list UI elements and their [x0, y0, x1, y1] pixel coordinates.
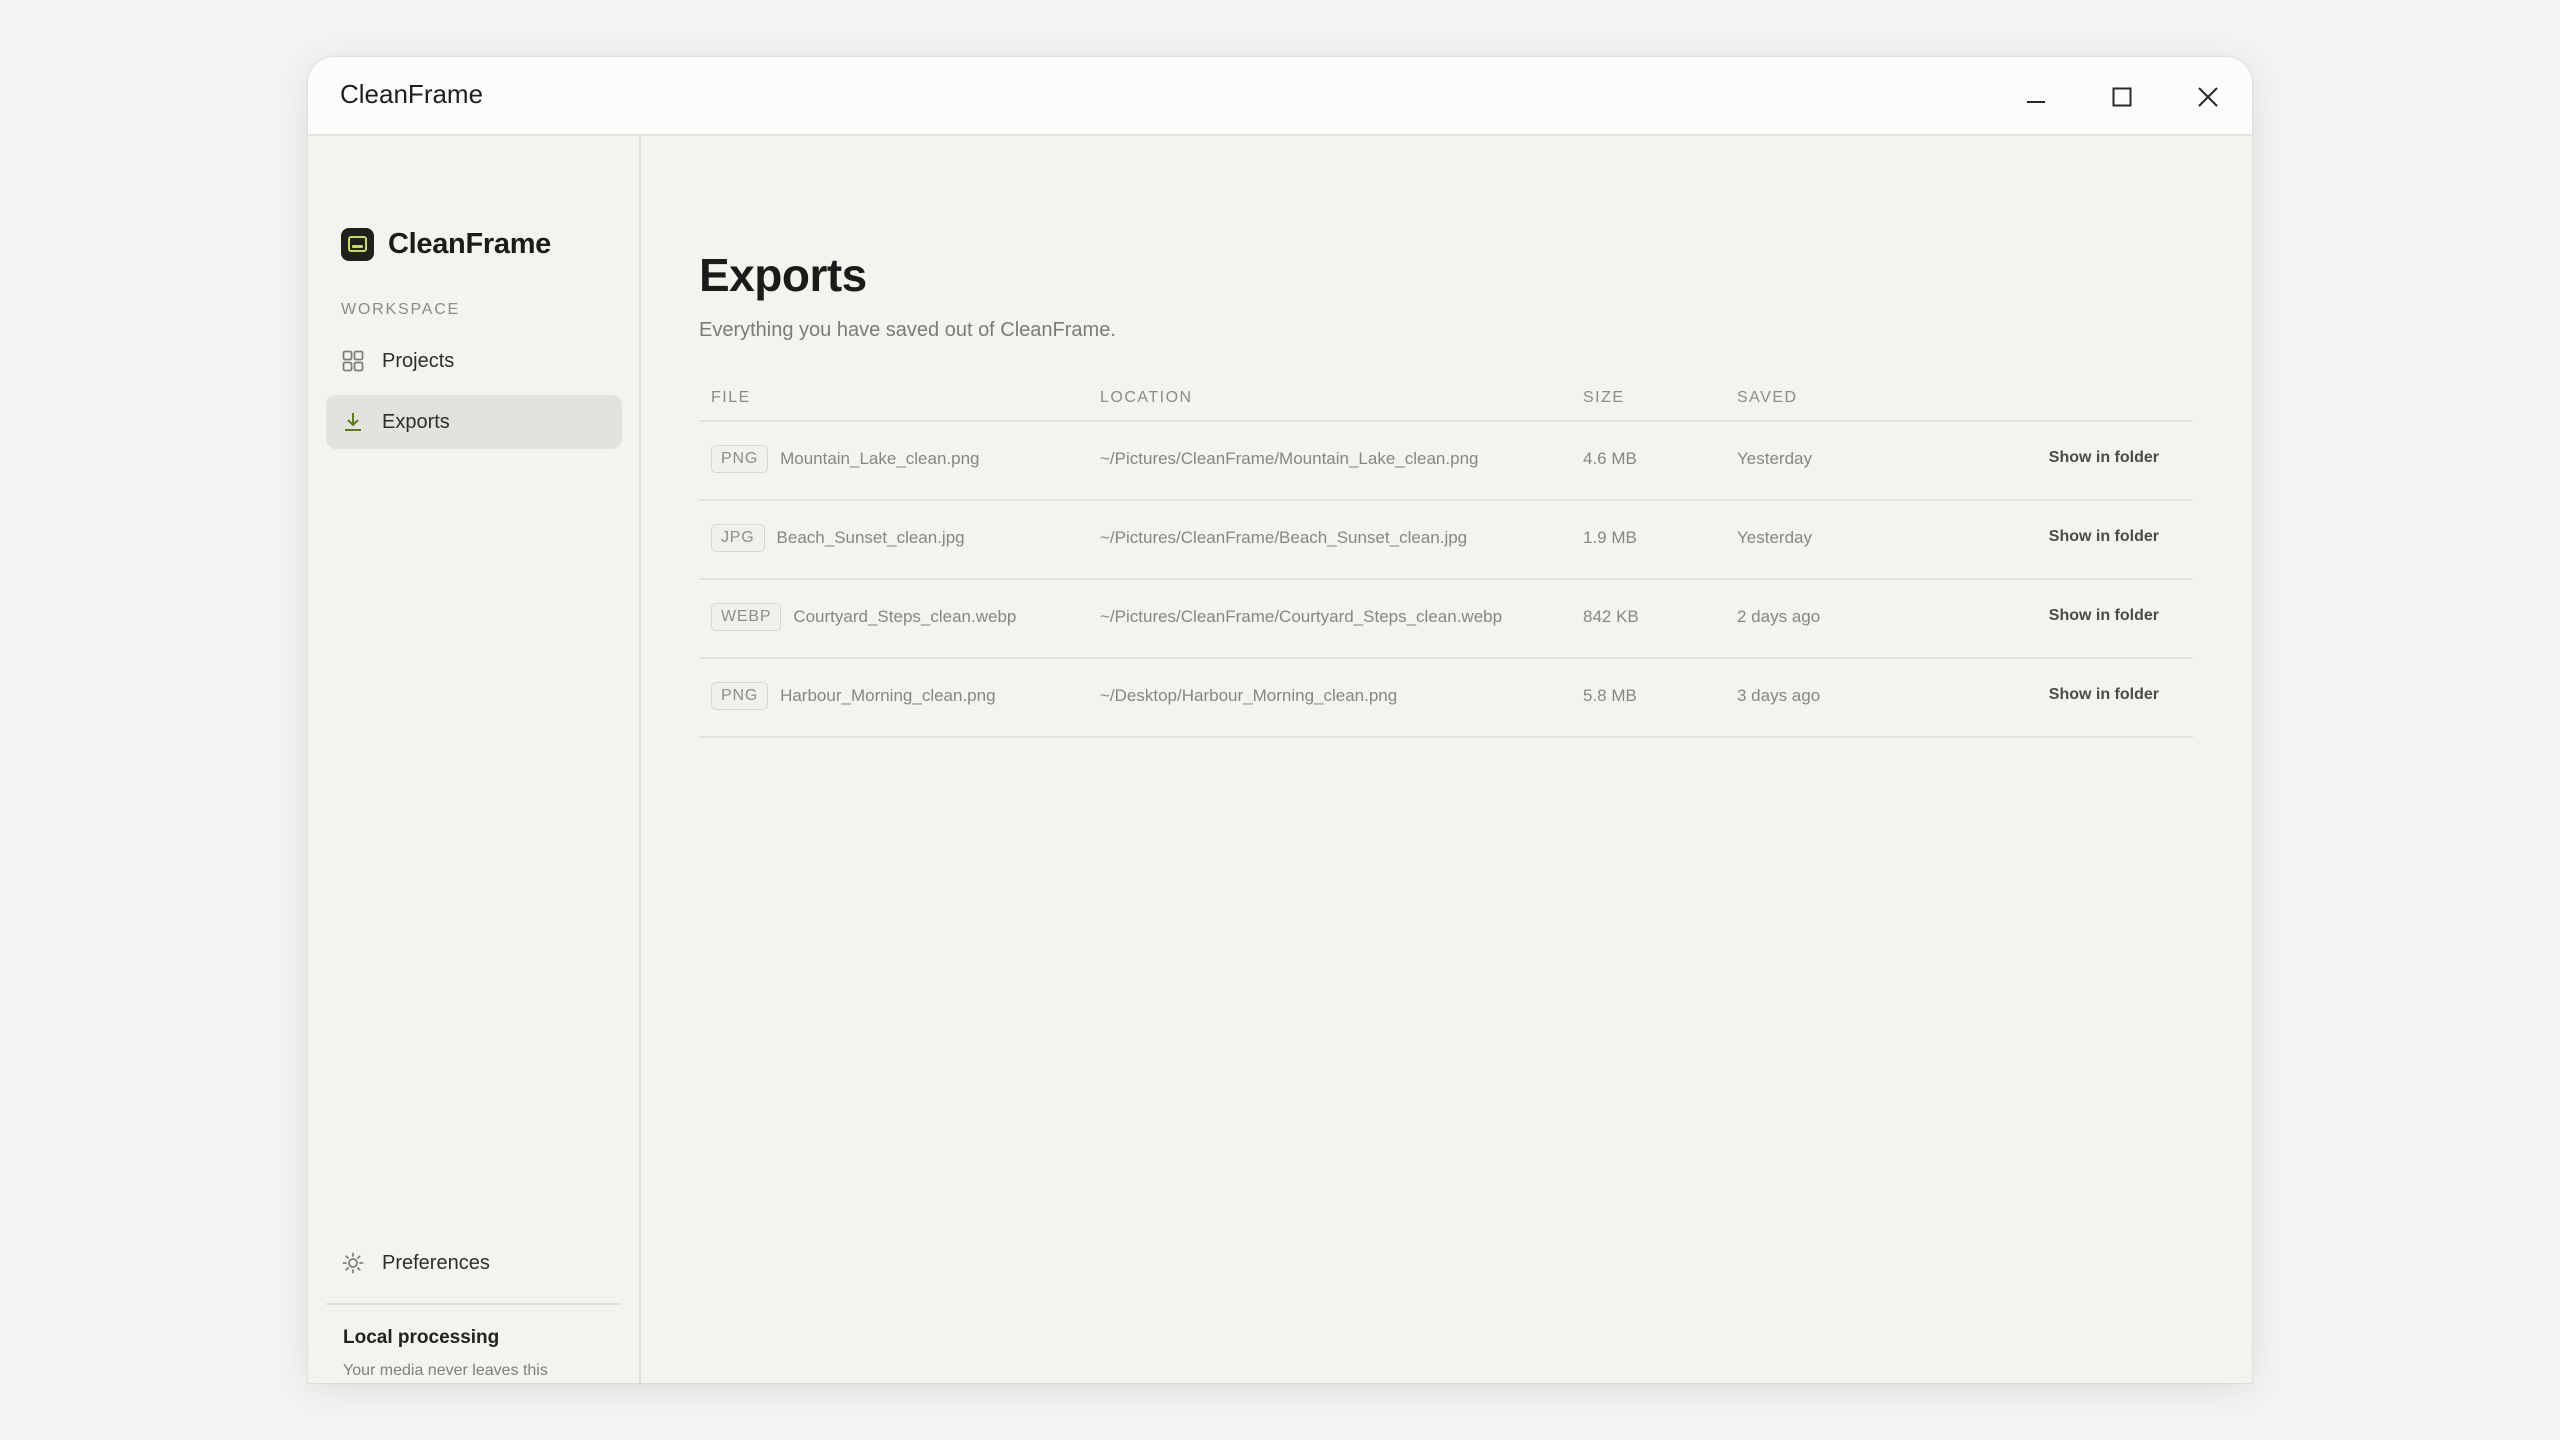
page-subtitle: Everything you have saved out of CleanFr…: [699, 319, 1116, 341]
format-badge: WEBP: [711, 603, 782, 631]
local-processing-title: Local processing: [343, 1327, 500, 1348]
sidebar-item-label: Projects: [382, 349, 455, 372]
format-badge: PNG: [711, 445, 769, 473]
show-in-folder-button[interactable]: Show in folder: [2049, 607, 2159, 625]
download-icon: [342, 411, 364, 433]
file-size: 4.6 MB: [1583, 449, 1637, 468]
file-location: ~/Desktop/Harbour_Morning_clean.png: [1100, 686, 1398, 705]
table-row: PNG Mountain_Lake_clean.png ~/Pictures/C…: [699, 422, 2193, 501]
show-in-folder-button[interactable]: Show in folder: [2049, 528, 2159, 546]
file-location: ~/Pictures/CleanFrame/Beach_Sunset_clean…: [1100, 528, 1468, 547]
file-saved: 2 days ago: [1737, 607, 1821, 626]
file-cell: JPG Beach_Sunset_clean.jpg: [711, 524, 965, 552]
file-location: ~/Pictures/CleanFrame/Mountain_Lake_clea…: [1100, 449, 1479, 468]
file-size: 842 KB: [1583, 607, 1639, 626]
sidebar: CleanFrame WORKSPACE Projects Exports Pr…: [308, 136, 641, 1383]
sun-icon: [342, 1252, 364, 1274]
file-size: 1.9 MB: [1583, 528, 1637, 547]
sidebar-item-projects[interactable]: Projects: [326, 334, 622, 388]
page-title: Exports: [699, 249, 867, 301]
table-row: JPG Beach_Sunset_clean.jpg ~/Pictures/Cl…: [699, 501, 2193, 580]
format-badge: JPG: [711, 524, 765, 552]
file-name: Mountain_Lake_clean.png: [780, 449, 980, 468]
app-window: CleanFrame CleanFrame WORKSPACE Projects…: [308, 57, 2252, 1383]
sidebar-item-exports[interactable]: Exports: [326, 395, 622, 449]
sidebar-divider: [326, 1303, 622, 1305]
sidebar-item-label: Exports: [382, 410, 450, 433]
show-in-folder-button[interactable]: Show in folder: [2049, 686, 2159, 704]
column-header-location: LOCATION: [1100, 389, 1193, 406]
file-saved: Yesterday: [1737, 528, 1812, 547]
file-size: 5.8 MB: [1583, 686, 1637, 705]
file-name: Courtyard_Steps_clean.webp: [793, 607, 1017, 626]
column-header-size: SIZE: [1583, 389, 1625, 406]
main-content: Exports Everything you have saved out of…: [642, 136, 2252, 1383]
sidebar-item-label: Preferences: [382, 1251, 490, 1274]
table-row: PNG Harbour_Morning_clean.png ~/Desktop/…: [699, 659, 2193, 738]
file-cell: PNG Mountain_Lake_clean.png: [711, 445, 980, 473]
file-name: Harbour_Morning_clean.png: [780, 686, 996, 705]
show-in-folder-button[interactable]: Show in folder: [2049, 449, 2159, 467]
maximize-icon: [2112, 87, 2132, 107]
minimize-icon: [2027, 101, 2045, 103]
section-label-workspace: WORKSPACE: [341, 301, 461, 318]
exports-table: FILE LOCATION SIZE SAVED PNG Mountain_La…: [699, 372, 2193, 738]
table-row: WEBP Courtyard_Steps_clean.webp ~/Pictur…: [699, 580, 2193, 659]
file-cell: PNG Harbour_Morning_clean.png: [711, 682, 996, 710]
brand-name: CleanFrame: [388, 228, 552, 260]
sidebar-item-preferences[interactable]: Preferences: [326, 1236, 622, 1290]
file-name: Beach_Sunset_clean.jpg: [776, 528, 965, 547]
file-saved: Yesterday: [1737, 449, 1812, 468]
column-header-saved: SAVED: [1737, 389, 1798, 406]
maximize-button[interactable]: [2092, 73, 2152, 121]
table-header: FILE LOCATION SIZE SAVED: [699, 372, 2193, 422]
column-header-file: FILE: [711, 389, 751, 406]
local-processing-description: Your media never leaves this computer.: [343, 1362, 548, 1379]
window-title: CleanFrame: [340, 79, 484, 109]
close-icon: [2198, 87, 2218, 107]
file-saved: 3 days ago: [1737, 686, 1821, 705]
close-button[interactable]: [2178, 73, 2238, 121]
title-bar: CleanFrame: [308, 57, 2252, 136]
file-location: ~/Pictures/CleanFrame/Courtyard_Steps_cl…: [1100, 607, 1503, 626]
brand: CleanFrame: [341, 228, 551, 261]
grid-icon: [342, 350, 364, 372]
format-badge: PNG: [711, 682, 769, 710]
minimize-button[interactable]: [2006, 73, 2066, 121]
file-cell: WEBP Courtyard_Steps_clean.webp: [711, 603, 1016, 631]
app-logo-icon: [341, 228, 374, 261]
